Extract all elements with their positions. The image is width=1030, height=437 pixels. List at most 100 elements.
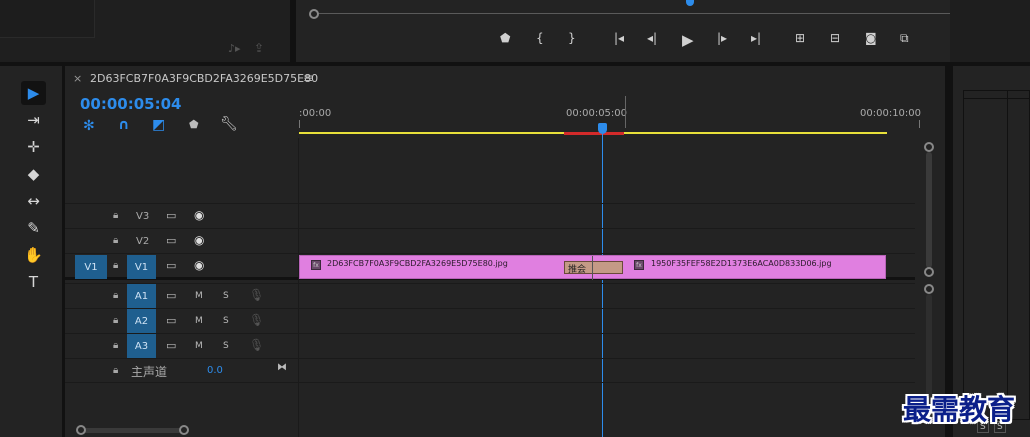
sync-lock-icon[interactable]: ▭ [166,314,176,327]
track-target-a3[interactable]: A3 [127,334,156,359]
track-target-a2[interactable]: A2 [127,309,156,334]
track-name-a2: A2 [134,316,149,327]
ripple-edit-tool-icon[interactable]: ✛ [21,135,46,159]
transition-block[interactable]: 推会 [564,256,623,280]
track-name-v3[interactable]: V3 [136,211,149,222]
razor-tool-icon[interactable]: ◆ [21,162,46,186]
solo-button[interactable]: S [223,291,229,301]
horizontal-scrollbar-handle-left[interactable] [76,425,86,435]
video-scrollbar-handle-top[interactable] [924,142,934,152]
expand-icon[interactable]: ⧓ [277,362,287,373]
clip-2-name: 1950F35FEF58E2D1373E6ACA0D833D06.jpg [651,259,832,268]
lock-icon[interactable]: 🔒︎ [113,340,118,351]
audio-icon[interactable]: ♪▸ [228,42,241,55]
track-select-tool-icon[interactable]: ⇥ [21,108,46,132]
nest-toggle-icon[interactable]: ✻ [83,118,95,134]
right-divider [950,0,1030,62]
track-target-v1[interactable]: V1 [127,255,156,279]
horizontal-scrollbar-track[interactable] [80,428,185,433]
mark-in-button[interactable]: { [536,31,544,45]
lock-icon[interactable]: 🔒︎ [113,365,118,376]
mute-button[interactable]: M [195,341,203,351]
sequence-tab-title[interactable]: 2D63FCB7F0A3F9CBD2FA3269E5D75E80 [90,72,318,85]
snap-icon[interactable]: ∩ [118,117,129,133]
playhead-handle-icon[interactable] [598,123,607,134]
type-tool-icon[interactable]: T [21,270,46,294]
go-to-out-button[interactable]: ▸| [751,31,761,45]
linked-selection-icon[interactable]: ◩ [152,117,165,133]
tool-glyph: ▶ [27,84,40,102]
export-icon[interactable]: ⇪ [254,41,264,55]
slip-tool-icon[interactable]: ↔ [21,189,46,213]
ruler-tick-end [919,120,920,128]
fx-badge-icon[interactable]: fx [634,260,644,270]
program-playhead-icon[interactable] [686,0,694,6]
hand-tool-icon[interactable]: ✋ [21,243,46,267]
timeline-settings-icon[interactable]: 🔧︎ [220,116,238,132]
panel-menu-icon[interactable]: ≡ [303,71,313,85]
master-volume-value[interactable]: 0.0 [207,365,223,376]
comparison-view-button[interactable]: ⧉ [900,31,909,46]
fx-badge-icon[interactable]: fx [311,260,321,270]
step-back-button[interactable]: ◂| [647,31,657,45]
audio-scrollbar-handle-top[interactable] [924,284,934,294]
add-marker-icon[interactable]: ⬟ [189,118,199,131]
export-frame-button[interactable]: ◙ [865,31,877,45]
mark-out-button[interactable]: } [568,31,576,45]
sync-lock-icon[interactable]: ▭ [166,209,176,222]
extract-button[interactable]: ⊟ [830,31,840,45]
track-target-a1[interactable]: A1 [127,284,156,309]
step-forward-button[interactable]: |▸ [717,31,727,45]
track-name-v1: V1 [134,261,149,273]
time-ruler[interactable]: :00:00 00:00:05:00 00:00:10:00 [299,96,929,138]
microphone-icon[interactable]: 🎙︎ [249,288,264,302]
track-name-v2[interactable]: V2 [136,236,149,247]
video-track-v3: 🔒︎ V3 ▭ ◉ [65,203,915,228]
tool-glyph: ↔ [27,192,40,210]
right-panel-divider [945,66,953,437]
visibility-icon[interactable]: ◉ [194,233,204,247]
lift-button[interactable]: ⊞ [795,31,805,45]
sync-lock-icon[interactable]: ▭ [166,289,176,302]
visibility-icon[interactable]: ◉ [194,208,204,222]
video-scrollbar-handle-bottom[interactable] [924,267,934,277]
source-patch-v1[interactable]: V1 [75,255,107,279]
ruler-tick-start [299,120,300,128]
horizontal-scrollbar-handle-right[interactable] [179,425,189,435]
video-scrollbar-track[interactable] [926,152,932,268]
video-track-v1: V1 🔒︎ V1 ▭ ◉ fx 2D63FCB7F0A3F9CBD2FA3269… [65,253,915,280]
scrubber-start-handle[interactable] [309,9,319,19]
lock-icon[interactable]: 🔒︎ [113,235,118,246]
lock-icon[interactable]: 🔒︎ [113,260,118,271]
mute-button[interactable]: M [195,291,203,301]
audio-meter-line [963,98,1030,99]
lock-icon[interactable]: 🔒︎ [113,315,118,326]
visibility-icon[interactable]: ◉ [194,258,204,272]
selection-tool-icon[interactable]: ▶ [21,81,46,105]
add-marker-button[interactable]: ⬟ [500,31,510,45]
track-name-a1: A1 [134,291,149,302]
close-tab-icon[interactable]: × [73,72,82,85]
go-to-in-button[interactable]: |◂ [614,31,624,45]
play-button[interactable]: ▶ [682,31,694,49]
sync-lock-icon[interactable]: ▭ [166,234,176,247]
timeline-panel: × 2D63FCB7F0A3F9CBD2FA3269E5D75E80 ≡ 00:… [65,66,945,437]
sync-lock-icon[interactable]: ▭ [166,339,176,352]
microphone-icon[interactable]: 🎙︎ [249,313,264,327]
audio-track-a1: 🔒︎ A1 ▭ M S 🎙︎ [65,283,915,309]
tool-glyph: T [28,273,39,291]
lock-icon[interactable]: 🔒︎ [113,290,118,301]
header-track-divider [298,138,299,437]
mute-button[interactable]: M [195,316,203,326]
pen-tool-icon[interactable]: ✎ [21,216,46,240]
watermark: 最需教育 [903,393,1016,426]
lock-icon[interactable]: 🔒︎ [113,210,118,221]
transition-cut-line [592,256,593,280]
solo-button[interactable]: S [223,341,229,351]
sync-lock-icon[interactable]: ▭ [166,259,176,272]
program-scrubber[interactable] [314,13,950,14]
microphone-icon[interactable]: 🎙︎ [249,338,264,352]
solo-button[interactable]: S [223,316,229,326]
audio-meters-panel: S S [953,66,1030,437]
playhead-timecode[interactable]: 00:00:05:04 [80,95,182,113]
